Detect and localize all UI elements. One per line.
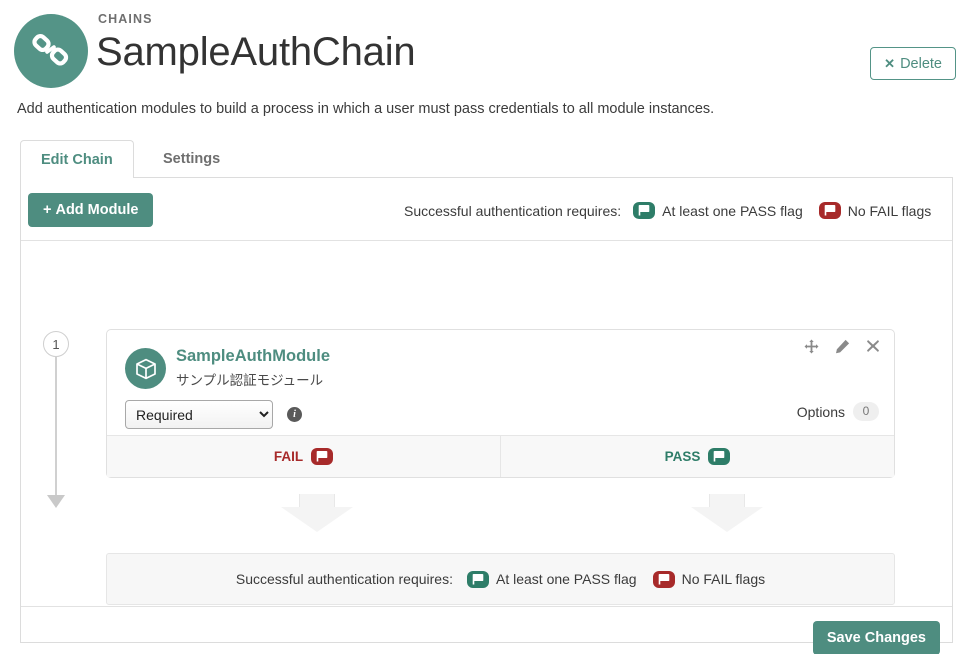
page-header: CHAINS SampleAuthChain ✕ Delete <box>0 0 973 96</box>
summary-requires-label: Successful authentication requires: <box>236 571 453 587</box>
add-module-button[interactable]: +Add Module <box>28 193 153 227</box>
move-arrows-icon[interactable] <box>804 339 819 358</box>
criteria-select[interactable]: RequiredOptionalRequisiteSufficient <box>125 400 273 429</box>
timeline-arrow-icon <box>47 495 65 508</box>
toolbar-requirements: Successful authentication requires: At l… <box>404 202 931 219</box>
fail-flow-arrow-icon <box>281 494 353 532</box>
delete-button-label: Delete <box>900 56 942 72</box>
timeline-line <box>55 357 57 497</box>
module-pass-cell: PASS <box>501 436 894 477</box>
summary-requirement-pass: At least one PASS flag <box>467 571 637 588</box>
module-flag-row: FAIL PASS <box>107 435 894 477</box>
module-fail-cell: FAIL <box>107 436 501 477</box>
flag-icon <box>311 448 333 465</box>
toolbar-requires-label: Successful authentication requires: <box>404 203 621 219</box>
tab-bar: Edit Chain Settings <box>20 140 953 178</box>
pencil-icon[interactable] <box>835 339 850 358</box>
module-card[interactable]: SampleAuthModule サンプル認証モジュール <box>106 329 895 478</box>
add-module-label: Add Module <box>55 202 138 218</box>
chain-body: 1 SampleAuthModule <box>21 241 952 606</box>
chain-link-icon <box>14 14 88 88</box>
flag-icon <box>633 202 655 219</box>
requirement-fail: No FAIL flags <box>819 202 932 219</box>
requirement-fail-label: No FAIL flags <box>848 203 932 219</box>
options-group[interactable]: Options 0 <box>797 402 879 421</box>
close-x-icon[interactable] <box>866 339 880 358</box>
options-label: Options <box>797 404 845 420</box>
chain-editor-page: CHAINS SampleAuthChain ✕ Delete Add authe… <box>0 0 973 654</box>
options-count-badge: 0 <box>853 402 879 421</box>
tab-edit-chain[interactable]: Edit Chain <box>20 140 134 179</box>
breadcrumb-eyebrow: CHAINS <box>98 12 153 26</box>
page-description: Add authentication modules to build a pr… <box>17 101 714 117</box>
module-card-header: SampleAuthModule サンプル認証モジュール <box>107 330 894 435</box>
page-title: SampleAuthChain <box>96 28 415 76</box>
summary-requirement-fail-label: No FAIL flags <box>682 571 766 587</box>
module-name: SampleAuthModule <box>176 347 330 366</box>
info-icon[interactable]: i <box>287 407 302 422</box>
plus-icon: + <box>43 202 51 218</box>
tab-settings-label: Settings <box>163 151 220 167</box>
module-subtitle: サンプル認証モジュール <box>176 369 323 389</box>
step-number-badge: 1 <box>43 331 69 357</box>
flag-icon <box>653 571 675 588</box>
close-x-icon: ✕ <box>884 56 895 71</box>
panel-footer: Save Changes <box>21 606 952 642</box>
module-pass-label: PASS <box>665 449 701 464</box>
summary-requirement-fail: No FAIL flags <box>653 571 766 588</box>
delete-button[interactable]: ✕ Delete <box>870 47 956 80</box>
save-changes-label: Save Changes <box>827 630 926 646</box>
requirement-pass-label: At least one PASS flag <box>662 203 803 219</box>
flag-icon <box>467 571 489 588</box>
summary-requirement-pass-label: At least one PASS flag <box>496 571 637 587</box>
pass-flow-arrow-icon <box>691 494 763 532</box>
summary-requirements-bar: Successful authentication requires: At l… <box>106 553 895 605</box>
save-changes-button[interactable]: Save Changes <box>813 621 940 654</box>
panel-toolbar: +Add Module Successful authentication re… <box>21 178 952 241</box>
flag-icon <box>708 448 730 465</box>
criteria-select-group: RequiredOptionalRequisiteSufficient i <box>125 400 302 429</box>
chain-panel: +Add Module Successful authentication re… <box>20 178 953 643</box>
module-fail-label: FAIL <box>274 449 303 464</box>
requirement-pass: At least one PASS flag <box>633 202 803 219</box>
module-card-actions <box>804 339 880 358</box>
tab-edit-chain-label: Edit Chain <box>41 152 113 168</box>
tab-settings[interactable]: Settings <box>143 140 240 179</box>
flag-icon <box>819 202 841 219</box>
cube-box-icon <box>125 348 166 389</box>
